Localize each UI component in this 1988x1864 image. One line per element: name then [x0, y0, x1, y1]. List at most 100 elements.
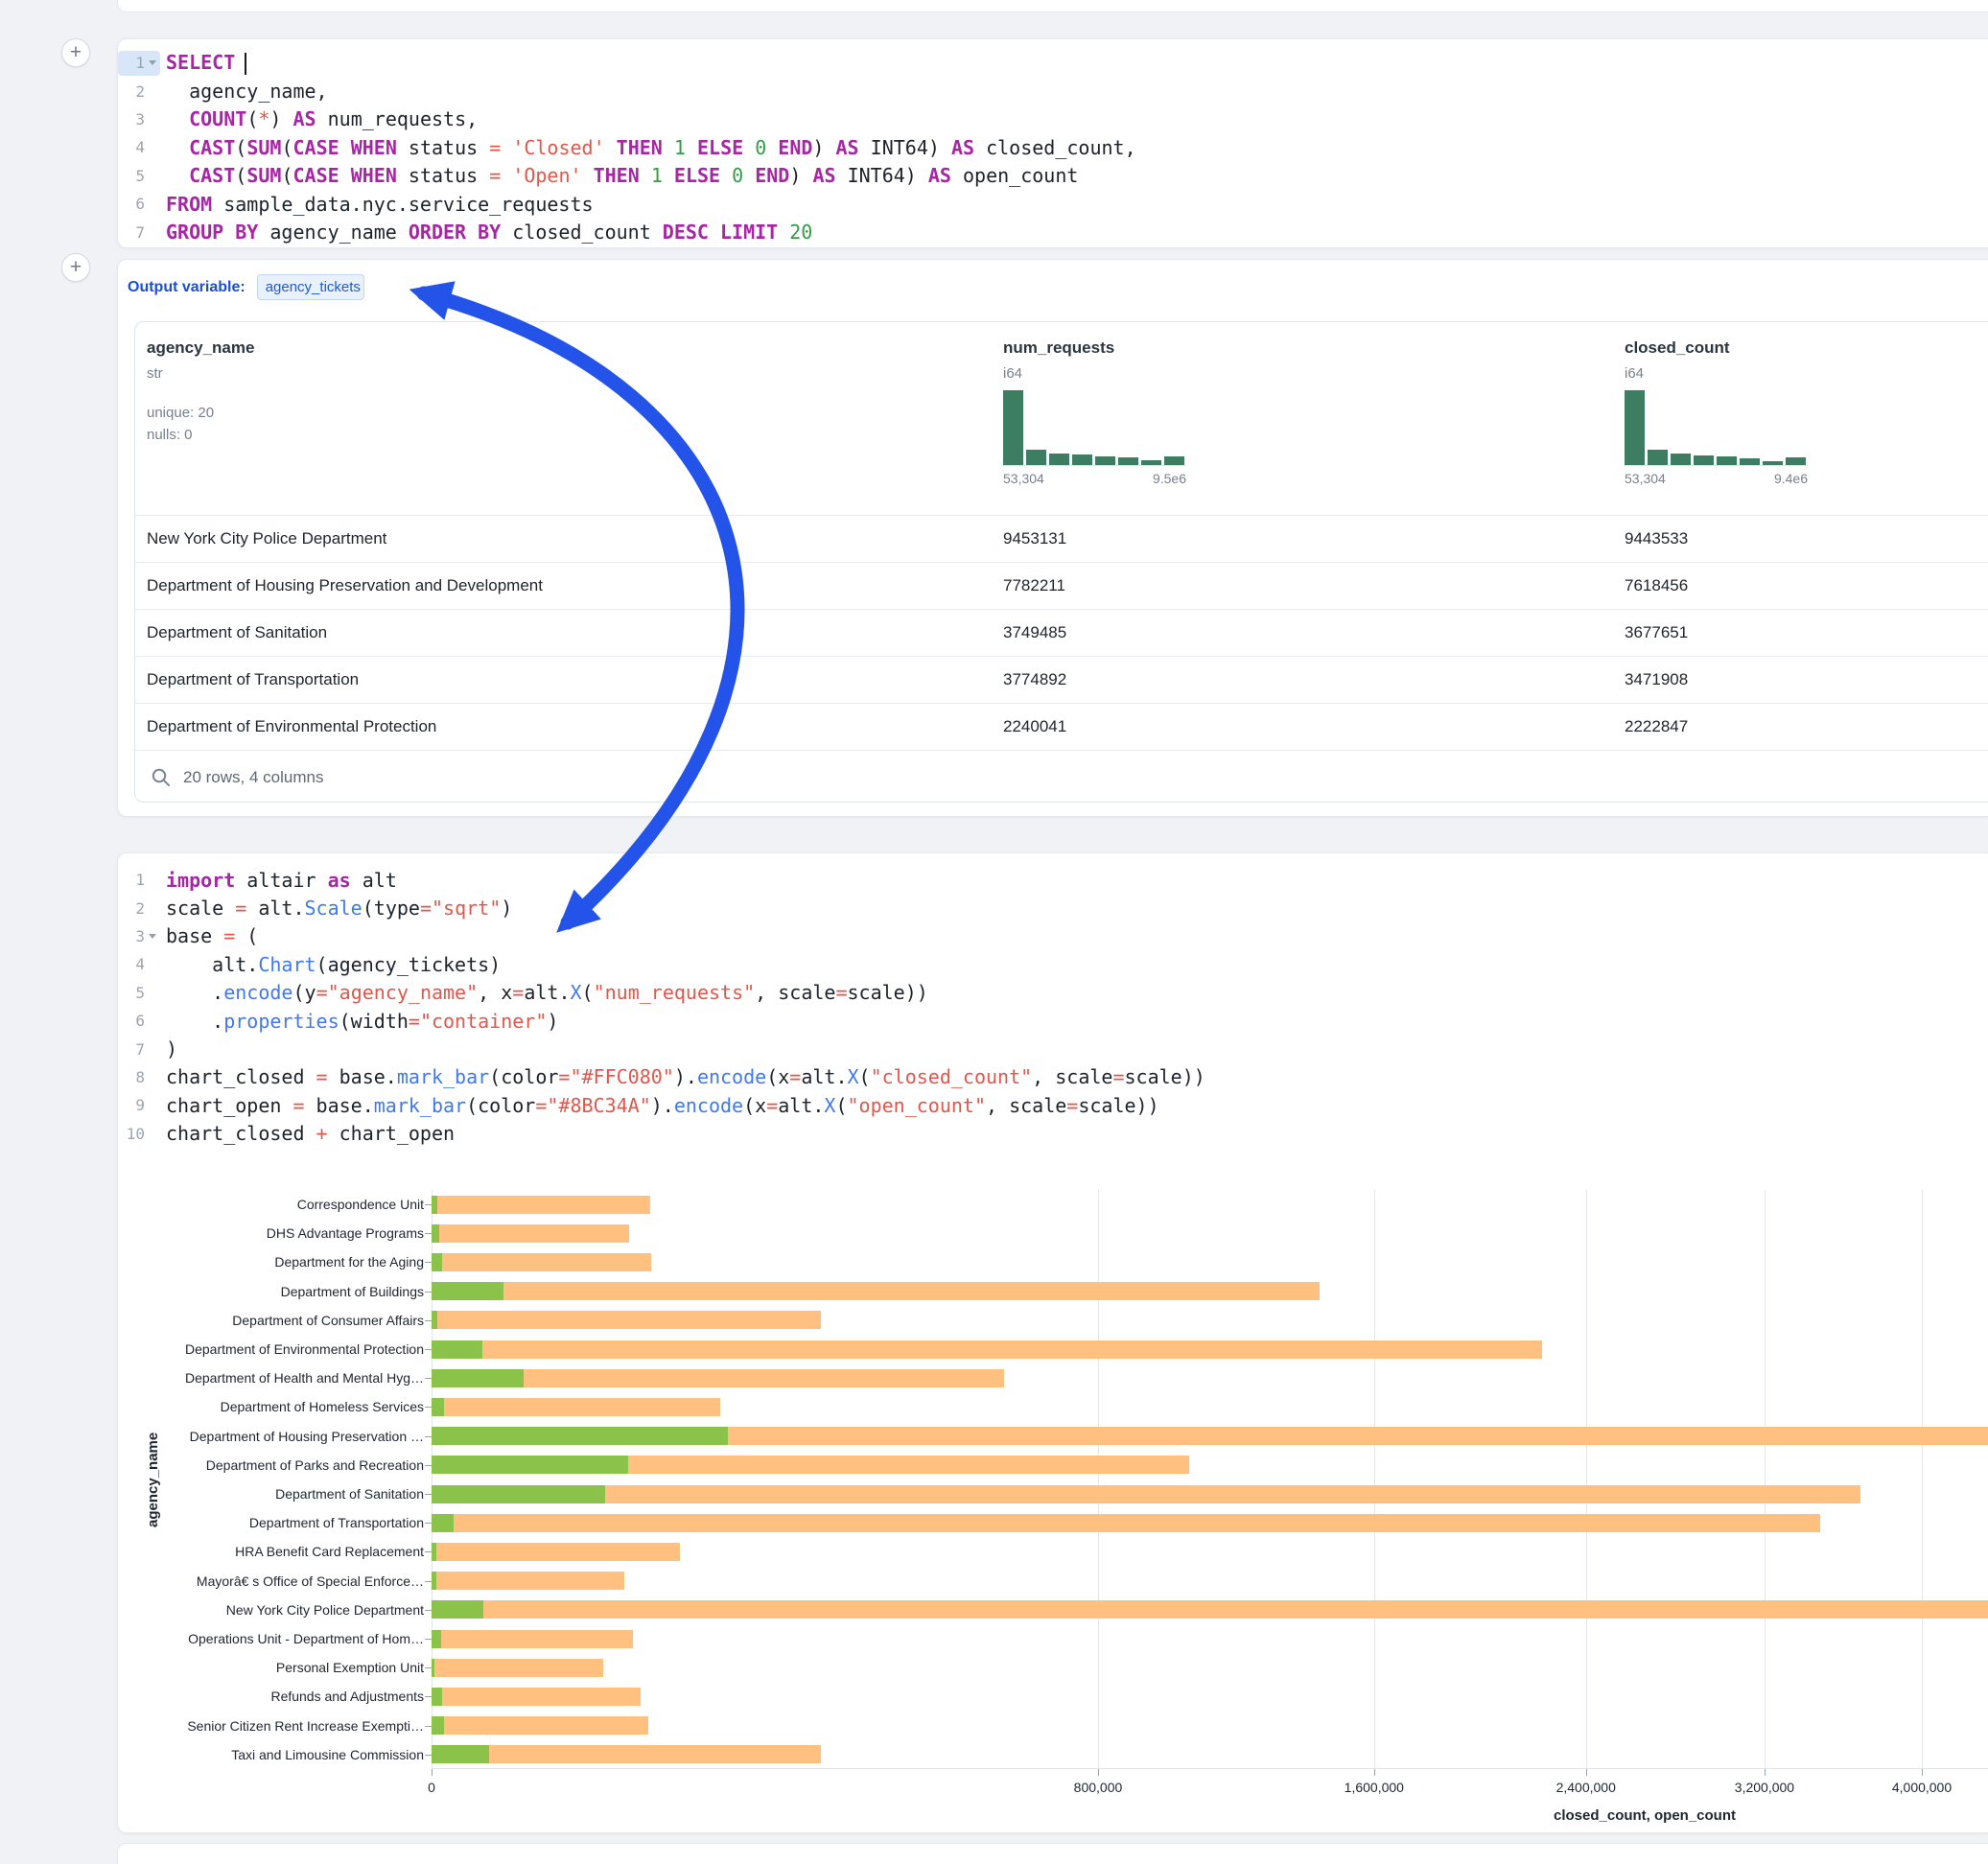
- add-cell-button[interactable]: +: [61, 38, 90, 67]
- bar-open_count[interactable]: [432, 1253, 442, 1271]
- code-token: (color: [489, 1065, 558, 1088]
- code-text[interactable]: CAST(SUM(CASE WHEN status = 'Open' THEN …: [160, 164, 1078, 187]
- caret-slot: [145, 197, 160, 212]
- code-text[interactable]: .encode(y="agency_name", x=alt.X("num_re…: [160, 981, 928, 1004]
- code-token: ORDER BY: [409, 221, 501, 244]
- code-text[interactable]: ): [160, 1037, 177, 1060]
- bar-closed_count[interactable]: [432, 1659, 603, 1677]
- code-text[interactable]: SELECT: [160, 51, 246, 75]
- histogram-bar: [1786, 457, 1806, 465]
- bar-open_count[interactable]: [432, 1543, 436, 1561]
- bar-open_count[interactable]: [432, 1485, 605, 1503]
- bar-open_count[interactable]: [432, 1600, 483, 1619]
- bar-open_count[interactable]: [432, 1659, 434, 1677]
- bar-closed_count[interactable]: [432, 1543, 680, 1561]
- bar-closed_count[interactable]: [432, 1630, 633, 1648]
- bar-open_count[interactable]: [432, 1398, 444, 1416]
- bar-open_count[interactable]: [432, 1456, 628, 1474]
- code-text[interactable]: chart_closed = base.mark_bar(color="#FFC…: [160, 1065, 1205, 1088]
- code-line[interactable]: 6FROM sample_data.nyc.service_requests: [118, 190, 1988, 218]
- line-number: 10: [118, 1125, 145, 1143]
- code-line[interactable]: 9chart_open = base.mark_bar(color="#8BC3…: [118, 1091, 1988, 1119]
- code-line[interactable]: 5 CAST(SUM(CASE WHEN status = 'Open' THE…: [118, 162, 1988, 190]
- code-line[interactable]: 2 scale = alt.Scale(type="sqrt"): [118, 894, 1988, 921]
- code-line[interactable]: 4 alt.Chart(agency_tickets): [118, 950, 1988, 978]
- bar-closed_count[interactable]: [432, 1340, 1542, 1359]
- table-row[interactable]: New York City Police Department945313194…: [135, 515, 1988, 562]
- bar-open_count[interactable]: [432, 1745, 489, 1763]
- code-text[interactable]: .properties(width="container"): [160, 1010, 558, 1033]
- code-line[interactable]: 3base = (: [118, 922, 1988, 950]
- code-text[interactable]: chart_closed + chart_open: [160, 1122, 455, 1145]
- code-text[interactable]: chart_open = base.mark_bar(color="#8BC34…: [160, 1094, 1159, 1117]
- code-line[interactable]: 1import altair as alt: [118, 866, 1988, 894]
- bar-closed_count[interactable]: [432, 1514, 1820, 1532]
- code-line[interactable]: 7): [118, 1035, 1988, 1062]
- code-token: 'Closed': [512, 136, 604, 159]
- line-gutter: 8: [118, 1064, 160, 1089]
- table-row[interactable]: Department of Environmental Protection22…: [135, 703, 1988, 750]
- bar-closed_count[interactable]: [432, 1253, 651, 1271]
- code-text[interactable]: import altair as alt: [160, 869, 397, 892]
- code-token: =: [489, 136, 501, 159]
- code-line[interactable]: 1SELECT: [118, 49, 1988, 77]
- table-cell: 9453131: [1003, 529, 1625, 548]
- code-text[interactable]: COUNT(*) AS num_requests,: [160, 107, 478, 130]
- code-line[interactable]: 3 COUNT(*) AS num_requests,: [118, 105, 1988, 133]
- output-variable-chip[interactable]: agency_tickets: [257, 274, 364, 300]
- code-token: WHEN: [351, 164, 397, 187]
- bar-open_count[interactable]: [432, 1427, 728, 1445]
- python-editor[interactable]: 1import altair as alt 2 scale = alt.Scale(…: [118, 866, 1988, 1148]
- bar-open_count[interactable]: [432, 1369, 524, 1387]
- code-line[interactable]: 4 CAST(SUM(CASE WHEN status = 'Closed' T…: [118, 133, 1988, 161]
- bar-closed_count[interactable]: [432, 1600, 1988, 1619]
- code-line[interactable]: 2 agency_name,: [118, 77, 1988, 105]
- collapse-caret-icon[interactable]: [145, 928, 160, 944]
- code-text[interactable]: alt.Chart(agency_tickets): [160, 953, 501, 976]
- column-header-closed_count[interactable]: closed_counti6453,3049.4e6: [1625, 322, 1988, 515]
- code-text[interactable]: base = (: [160, 924, 258, 947]
- search-icon[interactable]: [151, 767, 172, 788]
- bar-closed_count[interactable]: [432, 1398, 720, 1416]
- code-text[interactable]: agency_name,: [160, 80, 328, 103]
- bar-open_count[interactable]: [432, 1196, 437, 1214]
- code-line[interactable]: 10 chart_closed + chart_open: [118, 1120, 1988, 1148]
- bar-closed_count[interactable]: [432, 1745, 821, 1763]
- bar-open_count[interactable]: [432, 1630, 441, 1648]
- code-text[interactable]: CAST(SUM(CASE WHEN status = 'Closed' THE…: [160, 136, 1136, 159]
- bar-open_count[interactable]: [432, 1340, 482, 1359]
- bar-open_count[interactable]: [432, 1716, 444, 1735]
- code-text[interactable]: scale = alt.Scale(type="sqrt"): [160, 897, 512, 920]
- collapse-caret-icon[interactable]: [145, 56, 160, 71]
- bar-closed_count[interactable]: [432, 1282, 1320, 1300]
- bar-closed_count[interactable]: [432, 1311, 821, 1329]
- code-line[interactable]: 6 .properties(width="container"): [118, 1007, 1988, 1035]
- bar-closed_count[interactable]: [432, 1716, 648, 1735]
- table-row[interactable]: Department of Housing Preservation and D…: [135, 562, 1988, 609]
- bar-open_count[interactable]: [432, 1311, 437, 1329]
- bar-closed_count[interactable]: [432, 1224, 629, 1243]
- bar-closed_count[interactable]: [432, 1485, 1860, 1503]
- code-line[interactable]: 5 .encode(y="agency_name", x=alt.X("num_…: [118, 979, 1988, 1007]
- code-line[interactable]: 8chart_closed = base.mark_bar(color="#FF…: [118, 1063, 1988, 1091]
- add-cell-button[interactable]: +: [61, 253, 90, 282]
- bar-closed_count[interactable]: [432, 1688, 641, 1706]
- bar-closed_count[interactable]: [432, 1572, 624, 1590]
- bar-open_count[interactable]: [432, 1688, 442, 1706]
- table-row[interactable]: Department of Transportation377489234719…: [135, 656, 1988, 703]
- bar-open_count[interactable]: [432, 1572, 436, 1590]
- table-row[interactable]: Department of Sanitation37494853677651: [135, 609, 1988, 656]
- sql-editor[interactable]: 1SELECT2 agency_name,3 COUNT(*) AS num_r…: [118, 49, 1988, 246]
- column-header-agency_name[interactable]: agency_namestrunique: 20nulls: 0: [147, 322, 1003, 515]
- code-line[interactable]: 7GROUP BY agency_name ORDER BY closed_co…: [118, 218, 1988, 245]
- bar-open_count[interactable]: [432, 1514, 454, 1532]
- bar-open_count[interactable]: [432, 1282, 503, 1300]
- code-text[interactable]: GROUP BY agency_name ORDER BY closed_cou…: [160, 221, 812, 244]
- line-number: 2: [118, 899, 145, 918]
- bar-closed_count[interactable]: [432, 1196, 650, 1214]
- column-header-num_requests[interactable]: num_requestsi6453,3049.5e6: [1003, 322, 1625, 515]
- y-tick-mark: [425, 1292, 432, 1293]
- code-text[interactable]: FROM sample_data.nyc.service_requests: [160, 193, 594, 216]
- line-gutter: 7: [118, 220, 160, 245]
- bar-open_count[interactable]: [432, 1224, 439, 1243]
